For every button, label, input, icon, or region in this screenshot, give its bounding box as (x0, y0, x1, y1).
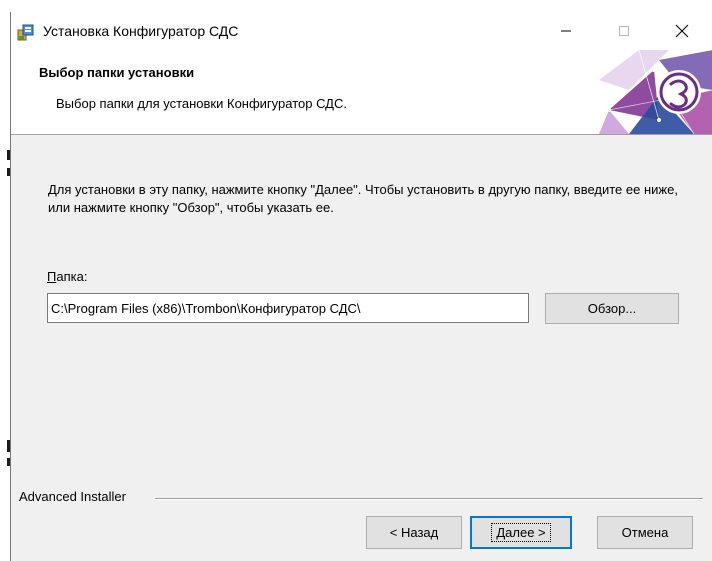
instruction-text: Для установки в эту папку, нажмите кнопк… (48, 182, 678, 215)
maximize-button[interactable] (601, 12, 647, 50)
product-logo-icon (599, 50, 712, 134)
install-folder-input[interactable] (47, 293, 529, 323)
minimize-icon (561, 30, 571, 32)
title-bar[interactable]: Установка Конфигуратор СДС (11, 12, 712, 50)
maximize-icon (619, 26, 629, 36)
close-button[interactable] (659, 12, 705, 50)
advanced-installer-brand: Advanced Installer (19, 489, 132, 504)
wizard-header: Выбор папки установки Выбор папки для ус… (11, 50, 712, 135)
window-title: Установка Конфигуратор СДС (43, 23, 239, 39)
installer-app-icon (17, 24, 34, 41)
folder-label: Папка: (47, 269, 87, 284)
minimize-button[interactable] (543, 12, 589, 50)
installer-window: Установка Конфигуратор СДС Выбор папки у… (10, 12, 712, 561)
cancel-button[interactable]: Отмена (597, 516, 693, 549)
footer-divider (155, 498, 703, 500)
folder-label-text: апка: (56, 269, 88, 284)
browse-button[interactable]: Обзор... (545, 293, 679, 324)
next-button[interactable]: Далее > (470, 516, 572, 549)
folder-label-accelerator: П (47, 269, 57, 284)
header-subtitle: Выбор папки для установки Конфигуратор С… (56, 96, 347, 111)
close-icon (675, 24, 689, 38)
header-title: Выбор папки установки (39, 65, 195, 80)
back-button[interactable]: < Назад (366, 516, 462, 549)
next-button-label: Далее > (491, 523, 551, 542)
